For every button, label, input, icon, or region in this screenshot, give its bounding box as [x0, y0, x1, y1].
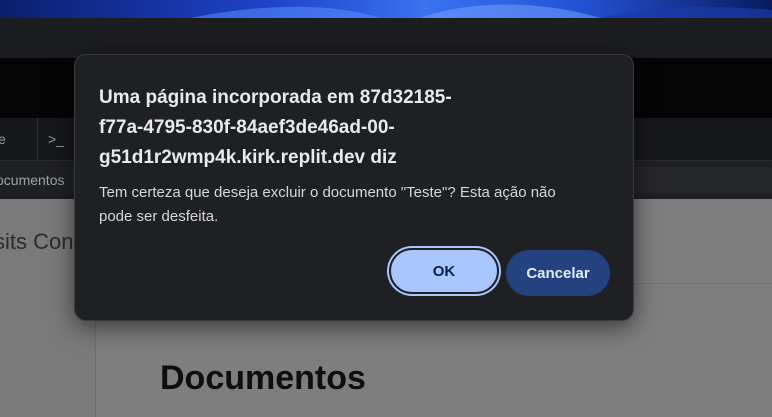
ok-button[interactable]: OK — [389, 248, 499, 294]
path-breadcrumb[interactable]: ocumentos — [0, 161, 64, 199]
dialog-title-line: f77a-4795-830f-84aef3de46ad-00- — [99, 117, 395, 138]
dialog-title-line: Uma página incorporada em 87d32185- — [99, 87, 452, 108]
browser-title-bar — [0, 18, 772, 58]
dialog-message-line: Tem certeza que deseja excluir o documen… — [99, 184, 556, 201]
dialog-message: Tem certeza que deseja excluir o documen… — [99, 181, 599, 229]
desktop-wallpaper — [0, 0, 772, 18]
page-heading: Documentos — [160, 359, 366, 397]
dialog-title: Uma página incorporada em 87d32185- f77a… — [99, 83, 499, 173]
page-title-fragment: sits Con — [0, 229, 74, 254]
dialog-message-line: pode ser desfeita. — [99, 208, 219, 225]
tab-partial-label[interactable]: e — [0, 118, 6, 160]
terminal-tab-icon[interactable]: >_ — [48, 118, 64, 160]
dialog-title-line: g51d1r2wmp4k.kirk.replit.dev diz — [99, 147, 397, 168]
cancel-button[interactable]: Cancelar — [506, 250, 610, 296]
screen: e >_ ocumentos sits Con Documentos Uma p… — [0, 0, 772, 417]
tab-divider — [37, 118, 38, 160]
confirm-dialog: Uma página incorporada em 87d32185- f77a… — [74, 54, 634, 321]
